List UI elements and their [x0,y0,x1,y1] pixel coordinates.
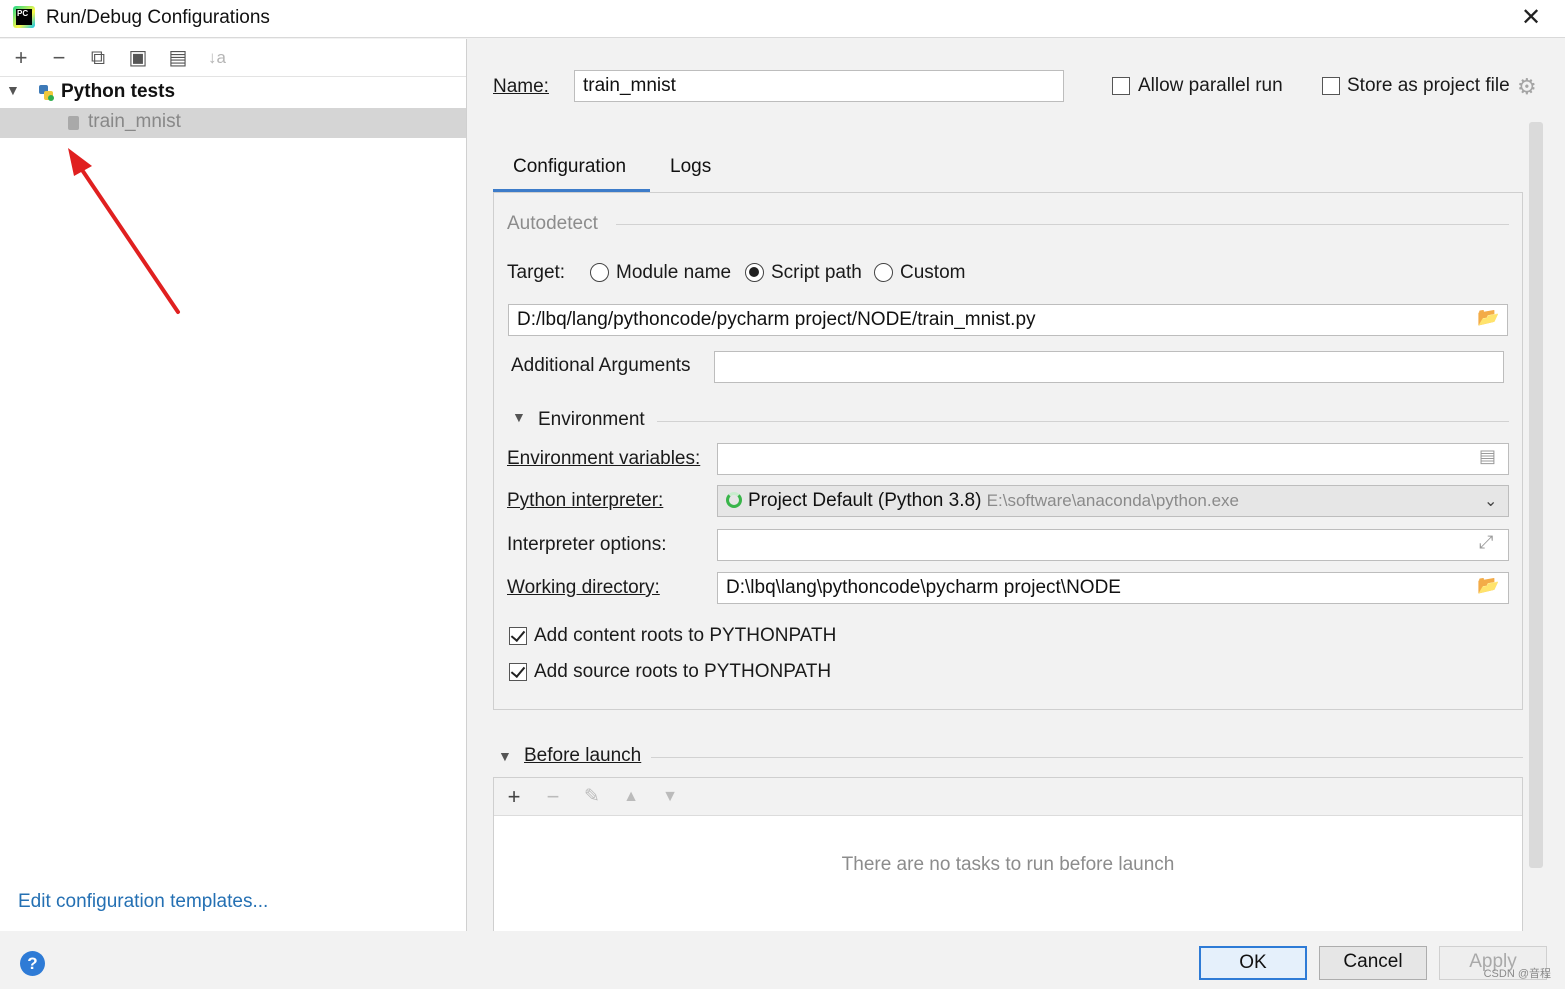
sort-icon[interactable]: ↓a [205,45,229,71]
tab-logs-label: Logs [670,156,712,177]
add-content-roots-label: Add content roots to PYTHONPATH [534,625,837,646]
expand-icon[interactable]: ⤢ [1479,532,1493,553]
edit-list-icon[interactable]: ▤ [1479,446,1496,467]
target-script-path-label: Script path [771,262,862,283]
environment-section-label: Environment [538,409,645,430]
name-label: Name: [493,76,549,97]
before-launch-empty-message: There are no tasks to run before launch [841,854,1175,875]
environment-variables-input[interactable] [717,443,1509,475]
pycharm-logo-icon: PC [13,6,35,28]
move-up-icon[interactable]: ▲ [617,782,645,812]
python-interpreter-select[interactable]: Project Default (Python 3.8) E:\software… [717,485,1509,517]
loading-icon [726,492,742,508]
before-launch-panel: + − ✎ ▲ ▼ There are no tasks to run befo… [493,777,1523,937]
configuration-tab-content: Autodetect Target: Module name Script pa… [493,192,1523,710]
cancel-button[interactable]: Cancel [1319,946,1427,980]
configuration-details-panel: Name: train_mnist Allow parallel run Sto… [468,39,1565,937]
name-input[interactable]: train_mnist [574,70,1064,102]
target-label: Target: [507,262,566,283]
add-source-roots-checkbox[interactable] [509,663,527,681]
divider [616,224,1509,225]
close-icon[interactable]: ✕ [1518,4,1544,32]
watermark: CSDN @音程 [1483,968,1551,980]
working-directory-value: D:\lbq\lang\pythoncode\pycharm project\N… [726,577,1121,598]
allow-parallel-label: Allow parallel run [1138,75,1283,96]
tab-configuration[interactable]: Configuration [493,154,650,192]
window-title: Run/Debug Configurations [46,7,270,28]
target-module-name-label: Module name [616,262,732,283]
tree-item-label: train_mnist [88,111,181,132]
target-custom-radio[interactable] [874,263,893,282]
store-project-checkbox[interactable] [1322,77,1340,95]
save-configuration-icon[interactable]: ▣ [126,45,150,71]
working-directory-input[interactable]: D:\lbq\lang\pythoncode\pycharm project\N… [717,572,1509,604]
remove-task-icon[interactable]: − [539,782,567,812]
add-task-icon[interactable]: + [500,782,528,812]
environment-variables-label: Environment variables: [507,448,701,469]
working-directory-label: Working directory: [507,577,660,598]
divider [657,421,1509,422]
store-project-label: Store as project file [1347,75,1510,96]
remove-configuration-icon[interactable]: − [47,45,71,71]
browse-folder-icon[interactable]: 📂 [1477,307,1499,328]
python-interpreter-path: E:\software\anaconda\python.exe [986,491,1240,510]
add-configuration-icon[interactable]: + [9,45,33,71]
add-source-roots-label: Add source roots to PYTHONPATH [534,661,832,682]
tree-group-python-tests[interactable]: ▼ Python tests [0,78,466,108]
move-down-icon[interactable]: ▼ [656,782,684,812]
title-bar: PC Run/Debug Configurations ✕ [0,0,1565,38]
chevron-down-icon[interactable]: ▼ [6,82,20,98]
autodetect-label: Autodetect [507,213,598,234]
target-custom-label: Custom [900,262,966,283]
dialog-button-bar: ? OK Cancel Apply CSDN @音程 [0,931,1565,989]
additional-arguments-input[interactable] [714,351,1504,383]
before-launch-label: Before launch [524,745,642,766]
script-path-input[interactable]: D:/lbq/lang/pythoncode/pycharm project/N… [508,304,1508,336]
tab-configuration-label: Configuration [513,156,627,177]
interpreter-options-input[interactable] [717,529,1509,561]
gear-icon[interactable]: ⚙ [1517,74,1537,100]
python-icon [39,85,54,101]
chevron-down-icon[interactable]: ▼ [512,409,526,425]
divider [651,757,1523,758]
tree-toolbar: + − ⧉ ▣ ▤ ↓a [0,39,466,77]
allow-parallel-checkbox[interactable] [1112,77,1130,95]
target-script-path-radio[interactable] [745,263,764,282]
browse-folder-icon[interactable]: 📂 [1477,575,1499,596]
edit-task-icon[interactable]: ✎ [578,782,606,812]
additional-arguments-label: Additional Arguments [511,355,691,376]
chevron-down-icon[interactable]: ⌄ [1484,491,1497,511]
script-path-value: D:/lbq/lang/pythoncode/pycharm project/N… [517,309,1036,330]
copy-configuration-icon[interactable]: ⧉ [86,45,110,71]
vertical-scrollbar[interactable] [1529,122,1543,868]
configurations-tree-panel: + − ⧉ ▣ ▤ ↓a ▼ Python tests train_mnist … [0,39,467,931]
target-module-name-radio[interactable] [590,263,609,282]
interpreter-options-label: Interpreter options: [507,534,667,555]
tree-group-label: Python tests [61,81,176,102]
ok-button[interactable]: OK [1199,946,1307,980]
test-config-icon [68,116,79,130]
chevron-down-icon[interactable]: ▼ [498,748,512,764]
help-icon[interactable]: ? [20,951,45,976]
python-interpreter-label: Python interpreter: [507,490,664,511]
add-content-roots-checkbox[interactable] [509,627,527,645]
tree-item-train-mnist[interactable]: train_mnist [0,108,466,138]
edit-templates-link[interactable]: Edit configuration templates... [18,891,268,913]
before-launch-toolbar: + − ✎ ▲ ▼ [494,778,1522,816]
python-interpreter-value: Project Default (Python 3.8) [748,490,982,511]
new-folder-icon[interactable]: ▤ [166,45,190,71]
annotation-arrow [68,148,180,314]
tab-logs[interactable]: Logs [658,154,728,192]
